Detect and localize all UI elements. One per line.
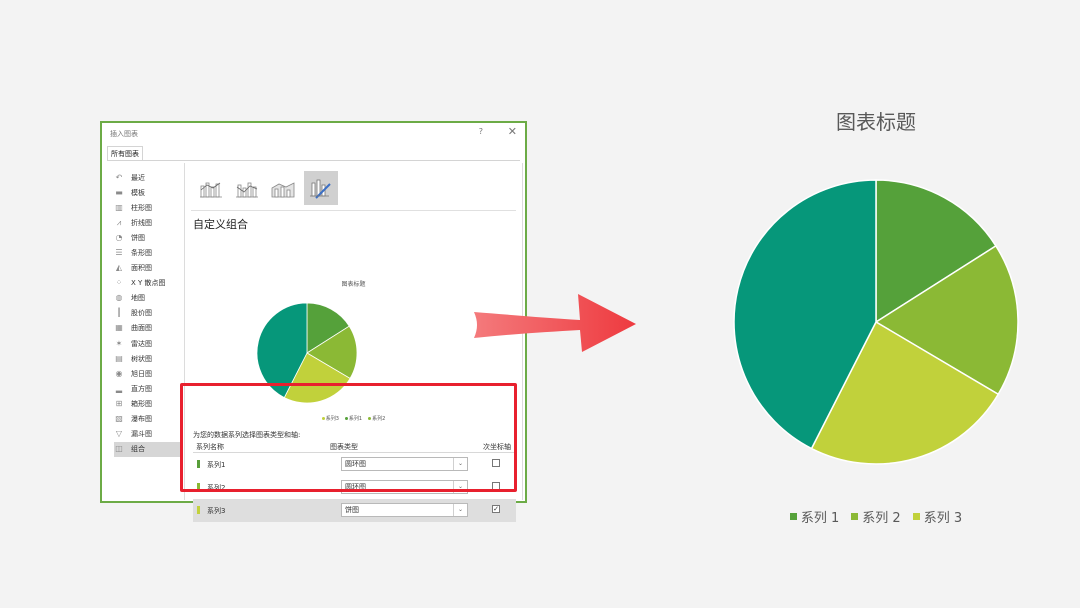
column-chart-icon: ▥ — [115, 202, 123, 212]
recent-icon: ↶ — [115, 172, 123, 182]
chart-type-label: 曲面图 — [131, 324, 152, 333]
chart-type-item[interactable]: ┃ 股价图 — [114, 306, 180, 321]
chart-type-label: 组合 — [131, 445, 145, 454]
chart-type-label: X Y 散点图 — [131, 279, 166, 288]
map-chart-icon: ◍ — [115, 293, 123, 303]
highlight-box — [180, 383, 517, 492]
red-arrow-icon — [474, 294, 636, 352]
legend-label: 系列 2 — [862, 511, 901, 526]
custom-combo-heading: 自定义组合 — [193, 218, 248, 231]
legend-marker — [851, 513, 859, 520]
chart-type-label: 旭日图 — [131, 369, 152, 378]
line-chart-icon: ⩘ — [116, 217, 122, 227]
chart-type-item[interactable]: ▥ 柱形图 — [114, 200, 180, 215]
chart-type-label: 股价图 — [131, 309, 152, 318]
treemap-chart-icon: ▤ — [115, 353, 123, 363]
legend-item: 系列 2 — [851, 507, 901, 526]
series-row: 系列3 饼图 ⌄ ✓ — [193, 499, 516, 522]
bar-chart-icon: ☰ — [115, 248, 123, 258]
combo-column-line-icon — [200, 182, 222, 198]
chart-type-label: 柱形图 — [131, 203, 152, 212]
combo-area-column-thumb[interactable] — [266, 171, 300, 205]
chart-type-item[interactable]: ⩘ 折线图 — [114, 215, 180, 230]
legend-label: 系列 3 — [923, 511, 963, 526]
chart-type-item[interactable]: ▂ 直方图 — [114, 381, 180, 396]
chart-type-item[interactable]: ▽ 漏斗图 — [114, 427, 180, 442]
pie-chart-icon: ◔ — [115, 232, 123, 242]
series-color-swatch — [197, 506, 200, 514]
radar-chart-icon: ✶ — [115, 338, 123, 348]
combo-column-line-secondary-thumb[interactable] — [230, 171, 264, 205]
chart-title: 图表标题 — [836, 110, 916, 134]
area-chart-icon: ◭ — [115, 263, 123, 273]
waterfall-chart-icon: ▧ — [115, 414, 123, 424]
series-name: 系列3 — [207, 507, 226, 515]
chart-type-label: 树状图 — [131, 354, 152, 363]
custom-combo-thumb[interactable] — [304, 171, 338, 205]
chart-type-dropdown[interactable]: 饼图 ⌄ — [341, 503, 468, 517]
chart-type-label: 地图 — [131, 294, 145, 303]
combo-column-line-secondary-icon — [236, 182, 258, 198]
chart-type-label: 箱形图 — [131, 399, 152, 408]
legend-item: 系列 1 — [789, 507, 840, 526]
chart-legend: 系列 1 系列 2 系列 3 — [760, 507, 992, 526]
chart-type-item[interactable]: ✶ 雷达图 — [114, 336, 180, 351]
chart-type-item[interactable]: ▧ 瀑布图 — [114, 412, 180, 427]
chart-type-item[interactable]: ▦ 曲面图 — [114, 321, 180, 336]
chart-type-label: 漏斗图 — [131, 430, 152, 439]
chart-type-item[interactable]: ◭ 面积图 — [114, 261, 180, 276]
stock-chart-icon: ┃ — [116, 308, 122, 318]
chart-type-label: 瀑布图 — [131, 415, 152, 424]
folder-icon: ▬ — [115, 187, 123, 197]
histogram-chart-icon: ▂ — [115, 383, 123, 393]
chart-type-label: 直方图 — [131, 384, 152, 393]
custom-combo-icon — [310, 179, 331, 199]
chart-type-list: ↶ 最近 ▬ 模板 ▥ 柱形图 ⩘ 折线图 ◔ 饼图 ☰ 条形图 ◭ 面积图 ⁘ X Y 散点图 ◍ 地图 ┃ 股价图… — [114, 170, 180, 457]
chart-type-item[interactable]: ⊞ 箱形图 — [114, 396, 180, 411]
secondary-axis-checkbox[interactable]: ✓ — [492, 505, 500, 513]
scatter-chart-icon: ⁘ — [115, 278, 123, 288]
chart-type-item[interactable]: ◔ 饼图 — [114, 230, 180, 245]
chart-type-label: 模板 — [131, 188, 145, 197]
dialog-title-bar: 插入图表 ? ✕ — [102, 123, 525, 143]
legend-marker — [789, 513, 797, 520]
combo-clustered-column-line-thumb[interactable] — [194, 171, 228, 205]
chart-type-value: 饼图 — [345, 506, 359, 514]
chart-type-label: 面积图 — [131, 264, 152, 273]
chart-type-item[interactable]: ⁘ X Y 散点图 — [114, 276, 180, 291]
surface-chart-icon: ▦ — [115, 323, 123, 333]
chart-type-item[interactable]: ☰ 条形图 — [114, 245, 180, 260]
chevron-down-icon: ⌄ — [453, 504, 467, 516]
chart-type-label: 饼图 — [131, 233, 145, 242]
subtype-divider — [191, 210, 516, 211]
legend-item: 系列 3 — [912, 507, 963, 526]
funnel-chart-icon: ▽ — [115, 429, 123, 439]
legend-marker — [912, 513, 920, 520]
dialog-title: 插入图表 — [110, 130, 138, 138]
chart-type-item[interactable]: ◍ 地图 — [114, 291, 180, 306]
boxplot-chart-icon: ⊞ — [115, 398, 123, 408]
chart-type-label: 雷达图 — [131, 339, 152, 348]
chart-type-label: 条形图 — [131, 249, 152, 258]
sunburst-chart-icon: ◉ — [115, 368, 123, 378]
chart-type-label: 最近 — [131, 173, 145, 182]
chart-type-item[interactable]: ↶ 最近 — [114, 170, 180, 185]
chart-type-item[interactable]: ▤ 树状图 — [114, 351, 180, 366]
combo-chart-icon: ◫ — [115, 444, 123, 454]
combo-area-column-icon — [271, 182, 295, 198]
chart-type-label: 折线图 — [131, 218, 152, 227]
tab-all-charts[interactable]: 所有图表 — [107, 146, 143, 161]
chart-type-item[interactable]: ▬ 模板 — [114, 185, 180, 200]
close-button[interactable]: ✕ — [508, 125, 517, 138]
chart-type-item[interactable]: ◫ 组合 — [114, 441, 180, 457]
tab-divider — [107, 160, 520, 161]
preview-chart-title: 图表标题 — [341, 281, 366, 288]
legend-label: 系列 1 — [800, 511, 840, 526]
pie-chart — [733, 179, 1019, 465]
help-button[interactable]: ? — [479, 127, 483, 136]
chart-type-item[interactable]: ◉ 旭日图 — [114, 366, 180, 381]
